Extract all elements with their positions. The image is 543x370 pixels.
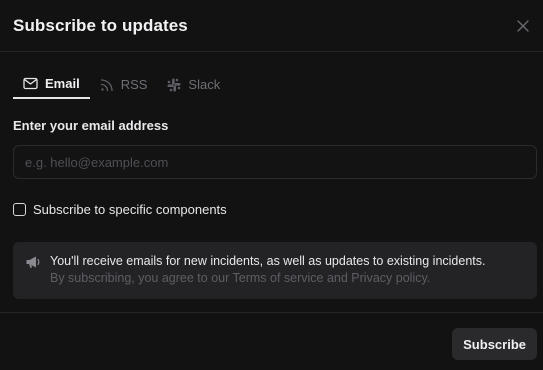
notice-secondary-text: By subscribing, you agree to our Terms o… xyxy=(50,271,431,285)
subscribe-button[interactable]: Subscribe xyxy=(452,328,537,360)
dialog-body: Enter your email address Subscribe to sp… xyxy=(0,118,543,299)
dialog-title: Subscribe to updates xyxy=(13,15,188,35)
close-icon xyxy=(517,19,529,32)
notice-primary-text: You'll receive emails for new incidents,… xyxy=(50,254,486,268)
mail-icon xyxy=(23,77,38,90)
slack-icon xyxy=(167,78,181,92)
tab-slack[interactable]: Slack xyxy=(157,70,230,99)
tab-rss[interactable]: RSS xyxy=(90,70,158,99)
tab-email[interactable]: Email xyxy=(13,70,90,99)
subscribe-dialog: Subscribe to updates Email RSS Slack Ent… xyxy=(0,0,543,370)
dialog-header: Subscribe to updates xyxy=(0,0,543,52)
email-input[interactable] xyxy=(13,145,537,179)
components-checkbox[interactable] xyxy=(13,203,26,216)
components-checkbox-row[interactable]: Subscribe to specific components xyxy=(13,202,537,217)
components-checkbox-label: Subscribe to specific components xyxy=(33,202,227,217)
subscription-notice: You'll receive emails for new incidents,… xyxy=(13,242,537,299)
email-field-label: Enter your email address xyxy=(13,118,169,133)
tab-bar: Email RSS Slack xyxy=(0,52,543,99)
tab-rss-label: RSS xyxy=(120,77,148,92)
close-button[interactable] xyxy=(516,19,530,33)
megaphone-icon xyxy=(25,253,41,299)
dialog-footer: Subscribe xyxy=(0,312,543,370)
tab-slack-label: Slack xyxy=(188,77,221,92)
rss-icon xyxy=(100,78,114,92)
tab-email-label: Email xyxy=(45,76,80,91)
